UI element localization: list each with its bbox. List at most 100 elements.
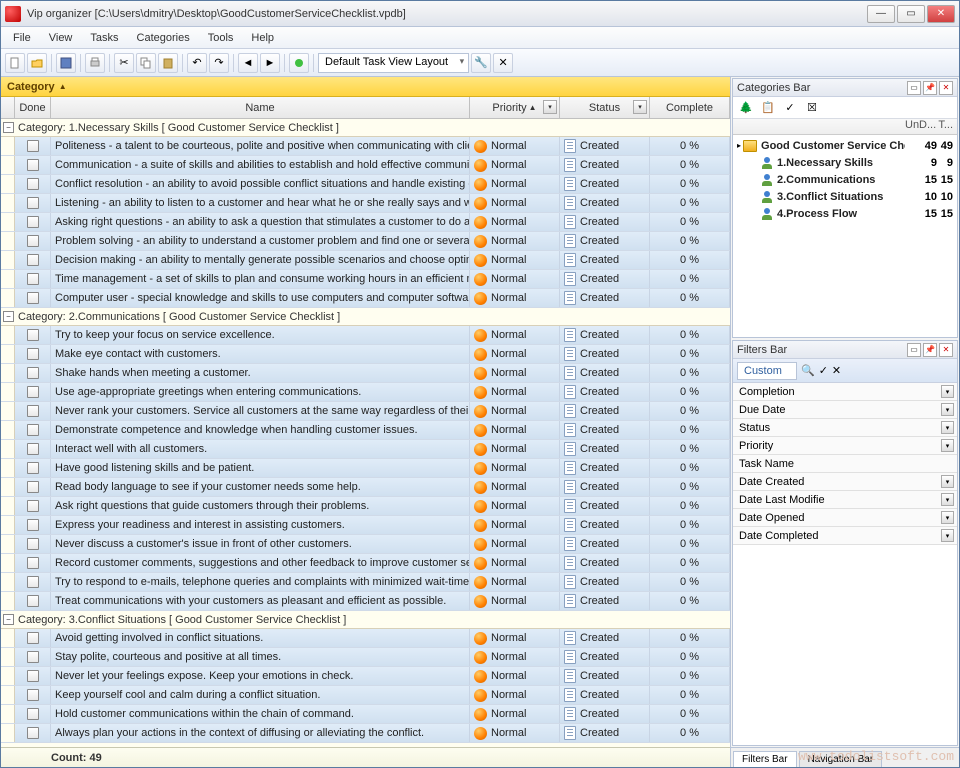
filter-row[interactable]: Due Date▾ (733, 401, 957, 419)
group-header[interactable]: −Category: 1.Necessary Skills [ Good Cus… (1, 119, 730, 137)
done-checkbox[interactable] (27, 595, 39, 607)
menu-help[interactable]: Help (243, 30, 282, 46)
close-button[interactable]: ✕ (927, 5, 955, 23)
done-checkbox[interactable] (27, 292, 39, 304)
done-checkbox[interactable] (27, 178, 39, 190)
task-row[interactable]: Avoid getting involved in conflict situa… (1, 629, 730, 648)
task-row[interactable]: Asking right questions - an ability to a… (1, 213, 730, 232)
forward-button[interactable]: ► (260, 53, 280, 73)
task-row[interactable]: Problem solving - an ability to understa… (1, 232, 730, 251)
dropdown-icon[interactable]: ▾ (941, 511, 954, 524)
done-checkbox[interactable] (27, 632, 39, 644)
done-checkbox[interactable] (27, 405, 39, 417)
task-row[interactable]: Shake hands when meeting a customer.Norm… (1, 364, 730, 383)
dropdown-icon[interactable]: ▾ (941, 439, 954, 452)
layout-selector[interactable]: Default Task View Layout (318, 53, 469, 73)
task-row[interactable]: Politeness - a talent to be courteous, p… (1, 137, 730, 156)
tab-filters[interactable]: Filters Bar (733, 751, 797, 767)
minimize-button[interactable]: — (867, 5, 895, 23)
menu-file[interactable]: File (5, 30, 39, 46)
task-row[interactable]: Express your readiness and interest in a… (1, 516, 730, 535)
done-checkbox[interactable] (27, 235, 39, 247)
task-row[interactable]: Never discuss a customer's issue in fron… (1, 535, 730, 554)
done-checkbox[interactable] (27, 670, 39, 682)
tree-tool-icon[interactable]: 📋 (759, 99, 777, 117)
task-row[interactable]: Decision making - an ability to mentally… (1, 251, 730, 270)
col-priority[interactable]: Priority▲▾ (470, 97, 560, 118)
copy-button[interactable] (136, 53, 156, 73)
task-row[interactable]: Have good listening skills and be patien… (1, 459, 730, 478)
menu-view[interactable]: View (41, 30, 81, 46)
done-checkbox[interactable] (27, 329, 39, 341)
filter-row[interactable]: Date Completed▾ (733, 527, 957, 545)
filter-tool-icon[interactable]: 🔍 (801, 364, 815, 377)
task-row[interactable]: Record customer comments, suggestions an… (1, 554, 730, 573)
filter-row[interactable]: Priority▾ (733, 437, 957, 455)
done-checkbox[interactable] (27, 538, 39, 550)
col-complete[interactable]: Complete (650, 97, 730, 118)
done-checkbox[interactable] (27, 500, 39, 512)
filter-row[interactable]: Date Last Modifie▾ (733, 491, 957, 509)
task-row[interactable]: Make eye contact with customers.NormalCr… (1, 345, 730, 364)
back-button[interactable]: ◄ (238, 53, 258, 73)
col-done[interactable]: Done (15, 97, 51, 118)
done-checkbox[interactable] (27, 727, 39, 739)
panel-menu-icon[interactable]: ▭ (907, 343, 921, 357)
filter-row[interactable]: Status▾ (733, 419, 957, 437)
done-checkbox[interactable] (27, 216, 39, 228)
done-checkbox[interactable] (27, 424, 39, 436)
dropdown-icon[interactable]: ▾ (941, 403, 954, 416)
dropdown-icon[interactable]: ▾ (941, 529, 954, 542)
filter-row[interactable]: Completion▾ (733, 383, 957, 401)
cut-button[interactable]: ✂ (114, 53, 134, 73)
panel-pin-icon[interactable]: 📌 (923, 343, 937, 357)
collapse-icon[interactable]: − (3, 122, 14, 133)
save-button[interactable] (56, 53, 76, 73)
filter-tool-icon[interactable]: ✓ (819, 364, 828, 377)
tree-item[interactable]: 4.Process Flow1515 (733, 205, 957, 222)
undo-button[interactable]: ↶ (187, 53, 207, 73)
filter-row[interactable]: Task Name (733, 455, 957, 473)
layout-tool-1[interactable]: 🔧 (471, 53, 491, 73)
paste-button[interactable] (158, 53, 178, 73)
col-status[interactable]: Status▾ (560, 97, 650, 118)
flag-button[interactable] (289, 53, 309, 73)
task-row[interactable]: Conflict resolution - an ability to avoi… (1, 175, 730, 194)
task-row[interactable]: Ask right questions that guide customers… (1, 497, 730, 516)
done-checkbox[interactable] (27, 386, 39, 398)
task-row[interactable]: Computer user - special knowledge and sk… (1, 289, 730, 308)
group-header[interactable]: −Category: 2.Communications [ Good Custo… (1, 308, 730, 326)
open-button[interactable] (27, 53, 47, 73)
tree-tool-icon[interactable]: 🌲 (737, 99, 755, 117)
done-checkbox[interactable] (27, 367, 39, 379)
task-row[interactable]: Try to keep your focus on service excell… (1, 326, 730, 345)
filter-icon[interactable]: ▾ (543, 100, 557, 114)
tree-item[interactable]: 2.Communications1515 (733, 171, 957, 188)
task-row[interactable]: Always plan your actions in the context … (1, 724, 730, 743)
done-checkbox[interactable] (27, 254, 39, 266)
done-checkbox[interactable] (27, 689, 39, 701)
done-checkbox[interactable] (27, 140, 39, 152)
redo-button[interactable]: ↷ (209, 53, 229, 73)
dropdown-icon[interactable]: ▾ (941, 385, 954, 398)
task-row[interactable]: Use age-appropriate greetings when enter… (1, 383, 730, 402)
tree-tool-icon[interactable]: ☒ (803, 99, 821, 117)
dropdown-icon[interactable]: ▾ (941, 493, 954, 506)
category-group-bar[interactable]: Category▲ (1, 77, 730, 97)
col-name[interactable]: Name (51, 97, 470, 118)
panel-menu-icon[interactable]: ▭ (907, 81, 921, 95)
task-row[interactable]: Never let your feelings expose. Keep you… (1, 667, 730, 686)
task-row[interactable]: Read body language to see if your custom… (1, 478, 730, 497)
task-row[interactable]: Interact well with all customers.NormalC… (1, 440, 730, 459)
panel-pin-icon[interactable]: 📌 (923, 81, 937, 95)
done-checkbox[interactable] (27, 557, 39, 569)
done-checkbox[interactable] (27, 576, 39, 588)
done-checkbox[interactable] (27, 481, 39, 493)
done-checkbox[interactable] (27, 348, 39, 360)
maximize-button[interactable]: ▭ (897, 5, 925, 23)
group-header[interactable]: −Category: 3.Conflict Situations [ Good … (1, 611, 730, 629)
done-checkbox[interactable] (27, 708, 39, 720)
task-row[interactable]: Time management - a set of skills to pla… (1, 270, 730, 289)
menu-tasks[interactable]: Tasks (82, 30, 126, 46)
layout-tool-2[interactable]: ✕ (493, 53, 513, 73)
